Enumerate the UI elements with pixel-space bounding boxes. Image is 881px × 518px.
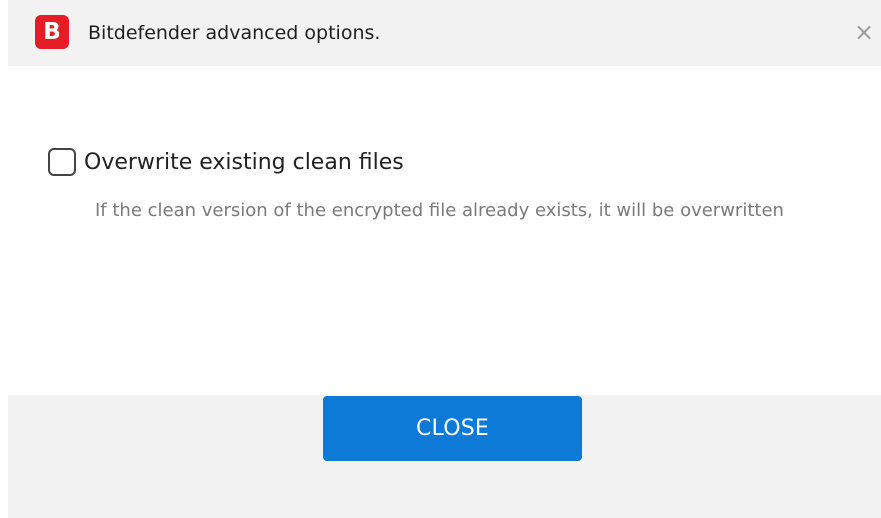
overwrite-option-label[interactable]: Overwrite existing clean files <box>84 148 404 178</box>
dialog-footer: CLOSE <box>8 395 881 518</box>
title-bar: B Bitdefender advanced options. × <box>8 0 881 66</box>
dialog-title: Bitdefender advanced options. <box>88 22 381 44</box>
overwrite-option-description: If the clean version of the encrypted fi… <box>95 200 784 221</box>
bitdefender-logo-icon: B <box>35 15 69 49</box>
advanced-options-dialog: B Bitdefender advanced options. × Overwr… <box>0 0 881 518</box>
close-button[interactable]: CLOSE <box>323 396 582 461</box>
close-icon[interactable]: × <box>850 18 878 46</box>
overwrite-checkbox[interactable] <box>48 148 76 176</box>
